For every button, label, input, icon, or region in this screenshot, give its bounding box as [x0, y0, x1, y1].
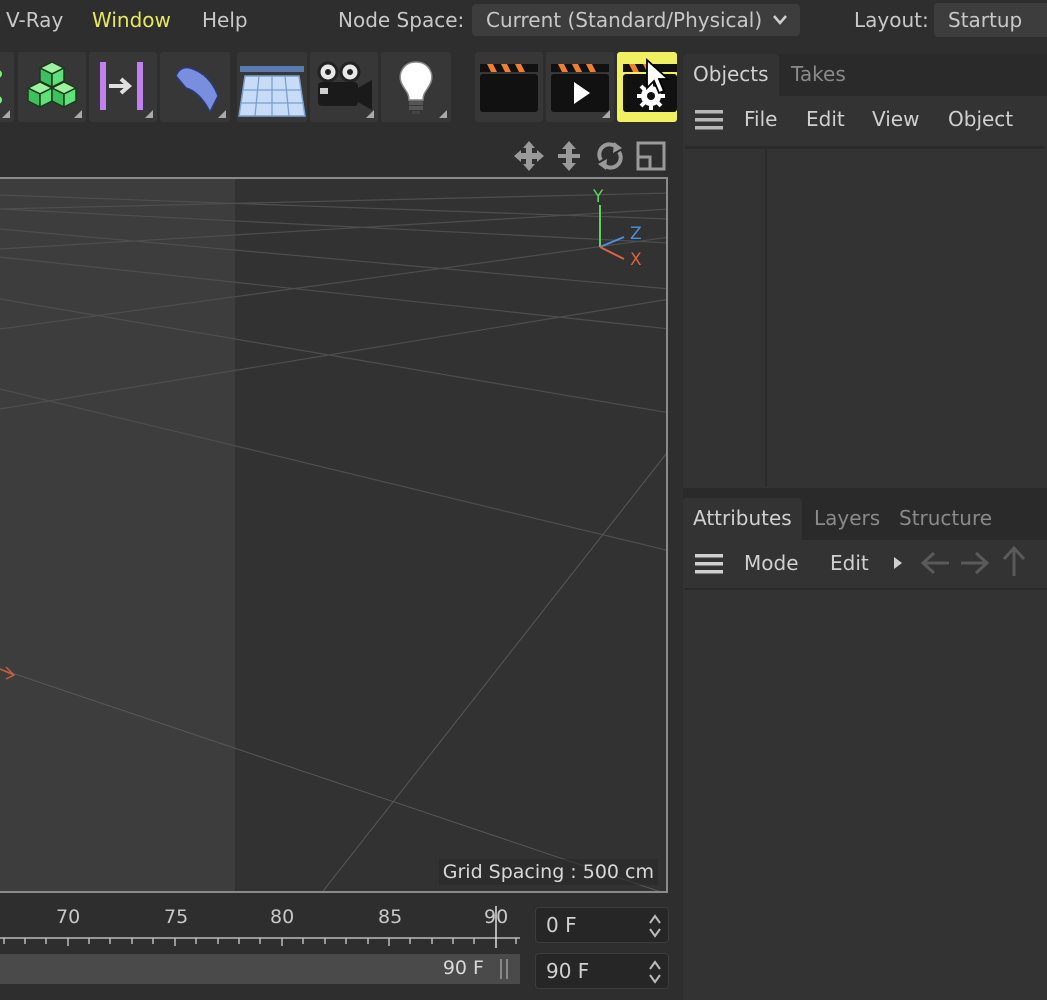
- end-frame-field[interactable]: 90 F: [535, 953, 669, 989]
- end-frame-value: 90 F: [546, 959, 590, 983]
- timeline-end-label: 90 F: [442, 957, 484, 979]
- menu-help[interactable]: Help: [202, 8, 248, 32]
- hamburger-menu-icon[interactable]: [695, 109, 725, 131]
- submenu-arrow-icon: [366, 110, 374, 118]
- submenu-arrow-icon: [439, 110, 447, 118]
- layout-value: Startup: [948, 8, 1023, 32]
- tab-attributes[interactable]: Attributes: [683, 498, 802, 540]
- forward-arrow-icon[interactable]: [957, 548, 991, 578]
- render-view-icon: [480, 64, 538, 112]
- node-space-label: Node Space:: [338, 8, 465, 32]
- menu-object[interactable]: Object: [948, 107, 1013, 131]
- attributes-panel: Attributes Layers Structure Mode Edit: [683, 498, 1047, 1000]
- object-list[interactable]: [685, 146, 1045, 487]
- menu-vray[interactable]: V-Ray: [6, 8, 63, 32]
- menu-edit[interactable]: Edit: [830, 551, 869, 575]
- timeline-range-bar[interactable]: 90 F: [0, 954, 520, 984]
- timeline[interactable]: 70 75 80 85 90 90 F: [0, 898, 525, 1000]
- floor-icon: [238, 66, 306, 117]
- light-button[interactable]: [381, 52, 451, 122]
- viewport-header: [0, 134, 670, 176]
- current-frame-field[interactable]: 0 F: [535, 907, 669, 943]
- 3d-viewport[interactable]: Y Z X Grid Spacing : 500 cm: [0, 177, 668, 893]
- node-space-value: Current (Standard/Physical): [486, 8, 763, 32]
- render-picture-viewer-button[interactable]: [546, 52, 614, 122]
- chevron-down-icon: [773, 15, 787, 25]
- camera-button[interactable]: [310, 52, 378, 122]
- column-divider: [765, 149, 767, 487]
- hamburger-menu-icon[interactable]: [695, 553, 725, 575]
- layout-label: Layout:: [854, 8, 929, 32]
- objects-panel: Objects Takes File Edit View Object: [683, 54, 1047, 490]
- perspective-grid: [0, 179, 666, 891]
- current-frame-value: 0 F: [546, 913, 577, 937]
- attributes-tab-row: Attributes Layers Structure: [683, 498, 1047, 540]
- timeline-ruler: [0, 906, 520, 948]
- cube-button[interactable]: [18, 52, 86, 122]
- menu-file[interactable]: File: [744, 107, 777, 131]
- mouse-cursor-icon: [646, 58, 671, 95]
- up-arrow-icon[interactable]: [999, 544, 1029, 578]
- menu-edit[interactable]: Edit: [806, 107, 845, 131]
- main-toolbar: [0, 52, 680, 124]
- floor-button[interactable]: [237, 52, 307, 122]
- submenu-arrow-icon: [145, 110, 153, 118]
- back-arrow-icon[interactable]: [919, 548, 953, 578]
- move-view-icon[interactable]: [513, 140, 545, 172]
- render-view-button[interactable]: [475, 52, 543, 122]
- bend-deformer-button[interactable]: [160, 52, 230, 122]
- stepper-icon[interactable]: [648, 958, 662, 986]
- tab-objects[interactable]: Objects: [683, 54, 779, 96]
- submenu-arrow-icon: [74, 110, 82, 118]
- zoom-view-icon[interactable]: [554, 140, 584, 172]
- menu-window[interactable]: Window: [92, 8, 171, 32]
- axis-z-label: Z: [630, 224, 642, 244]
- range-grip-handle[interactable]: [500, 959, 508, 979]
- play-arrow-icon[interactable]: [892, 555, 904, 571]
- tab-takes[interactable]: Takes: [781, 54, 856, 96]
- spline-button[interactable]: [0, 52, 14, 122]
- axis-x-label: X: [630, 250, 642, 270]
- menu-view[interactable]: View: [872, 107, 919, 131]
- submenu-arrow-icon: [602, 110, 610, 118]
- layout-dropdown[interactable]: Startup: [934, 3, 1047, 37]
- node-space-dropdown[interactable]: Current (Standard/Physical): [472, 4, 800, 36]
- rotate-view-icon[interactable]: [594, 140, 626, 172]
- menu-mode[interactable]: Mode: [744, 551, 799, 575]
- menu-bar: V-Ray Window Help Node Space: Current (S…: [0, 0, 1047, 40]
- tab-structure[interactable]: Structure: [889, 498, 1002, 540]
- maximize-view-icon[interactable]: [636, 140, 666, 172]
- stepper-icon[interactable]: [648, 912, 662, 940]
- submenu-arrow-icon: [2, 110, 10, 118]
- objects-menu-bar: File Edit View Object: [683, 96, 1047, 142]
- symmetry-button[interactable]: [89, 52, 157, 122]
- axis-y-label: Y: [593, 187, 604, 207]
- tab-layers[interactable]: Layers: [804, 498, 890, 540]
- submenu-arrow-icon: [218, 110, 226, 118]
- attributes-menu-bar: Mode Edit: [683, 540, 1047, 586]
- objects-tab-row: Objects Takes: [683, 54, 1047, 96]
- attributes-content: [685, 588, 1047, 1000]
- grid-spacing-label: Grid Spacing : 500 cm: [438, 859, 658, 885]
- panel-splitter[interactable]: [683, 488, 1047, 498]
